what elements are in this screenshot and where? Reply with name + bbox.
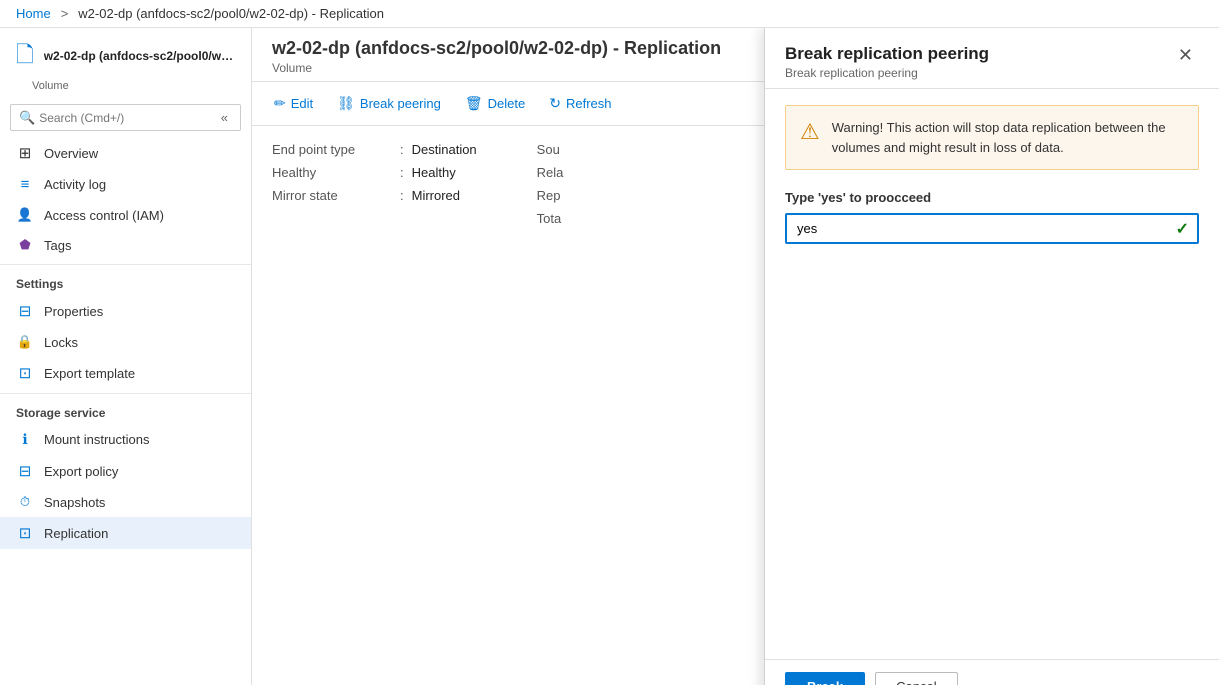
sidebar-item-label-tags: Tags <box>44 238 71 253</box>
yes-input-wrap: ✓ <box>785 213 1199 244</box>
sidebar-item-locks[interactable]: 🔒 Locks <box>0 327 251 357</box>
breadcrumb-home[interactable]: Home <box>16 6 51 21</box>
breadcrumb-sep: > <box>61 6 69 21</box>
refresh-icon: ↻ <box>549 95 561 112</box>
sidebar-item-access-control[interactable]: 👤 Access control (IAM) <box>0 200 251 230</box>
delete-label: Delete <box>488 96 526 111</box>
sidebar-item-properties[interactable]: ⊟ Properties <box>0 295 251 327</box>
sidebar-search-container: 🔍 « <box>0 98 251 137</box>
sidebar-title: w2-02-dp (anfdocs-sc2/pool0/w2-02-dp) - … <box>44 49 234 65</box>
detail-row-endpoint: End point type : Destination <box>272 142 477 157</box>
mirror-state-label: Mirror state <box>272 188 392 203</box>
snapshots-icon: ⏱ <box>16 494 34 510</box>
yes-input[interactable] <box>785 213 1199 244</box>
break-replication-panel: Break replication peering Break replicat… <box>764 28 1219 685</box>
locks-icon: 🔒 <box>16 334 34 350</box>
healthy-label: Healthy <box>272 165 392 180</box>
settings-section-label: Settings <box>0 264 251 295</box>
panel-body: ⚠ Warning! This action will stop data re… <box>765 89 1219 659</box>
export-template-icon: ⊡ <box>16 364 34 382</box>
sidebar-item-label-snapshots: Snapshots <box>44 495 105 510</box>
sidebar-item-snapshots[interactable]: ⏱ Snapshots <box>0 487 251 517</box>
detail-row-rep: Rep <box>537 188 657 203</box>
break-button[interactable]: Break <box>785 672 865 685</box>
access-control-icon: 👤 <box>16 207 34 223</box>
export-policy-icon: ⊟ <box>16 462 34 480</box>
sidebar-item-mount-instructions[interactable]: ℹ Mount instructions <box>0 424 251 455</box>
warning-box: ⚠ Warning! This action will stop data re… <box>785 105 1199 170</box>
panel-close-button[interactable]: ✕ <box>1172 44 1199 66</box>
type-yes-label: Type 'yes' to proocceed <box>785 190 1199 205</box>
sidebar-item-label-export-template: Export template <box>44 366 135 381</box>
activity-log-icon: ≡ <box>16 176 34 193</box>
sidebar-item-label-locks: Locks <box>44 335 78 350</box>
sidebar-header: 🗋 w2-02-dp (anfdocs-sc2/pool0/w2-02-dp) … <box>0 28 251 80</box>
properties-icon: ⊟ <box>16 302 34 320</box>
rep-label: Rep <box>537 188 657 203</box>
detail-row-healthy: Healthy : Healthy <box>272 165 477 180</box>
healthy-value: Healthy <box>412 165 456 180</box>
content-panel-wrap: w2-02-dp (anfdocs-sc2/pool0/w2-02-dp) - … <box>252 28 1219 685</box>
warning-icon: ⚠ <box>800 119 820 145</box>
sidebar-subtitle: Volume <box>32 80 251 92</box>
detail-row-mirror-state: Mirror state : Mirrored <box>272 188 477 203</box>
breadcrumb-current: w2-02-dp (anfdocs-sc2/pool0/w2-02-dp) - … <box>78 6 384 21</box>
panel-subtitle: Break replication peering <box>785 66 989 80</box>
top-bar: Home > w2-02-dp (anfdocs-sc2/pool0/w2-02… <box>0 0 1219 28</box>
sidebar-search-wrap: 🔍 « <box>10 104 241 131</box>
sidebar-item-label-properties: Properties <box>44 304 103 319</box>
panel-header: Break replication peering Break replicat… <box>765 28 1219 89</box>
warning-text: Warning! This action will stop data repl… <box>832 118 1184 157</box>
refresh-label: Refresh <box>566 96 612 111</box>
overview-icon: ⊞ <box>16 144 34 162</box>
cancel-button[interactable]: Cancel <box>875 672 957 685</box>
sidebar-item-export-template[interactable]: ⊡ Export template <box>0 357 251 389</box>
tota-label: Tota <box>537 211 657 226</box>
panel-footer: Break Cancel <box>765 659 1219 685</box>
sidebar-collapse-button[interactable]: « <box>217 108 232 127</box>
edit-label: Edit <box>291 96 313 111</box>
edit-icon: ✏ <box>274 95 286 112</box>
sidebar-item-label-mount-instructions: Mount instructions <box>44 432 150 447</box>
sidebar-item-export-policy[interactable]: ⊟ Export policy <box>0 455 251 487</box>
sidebar-item-label-overview: Overview <box>44 146 98 161</box>
break-peering-button[interactable]: ⛓ Break peering <box>327 90 451 117</box>
rela-label: Rela <box>537 165 657 180</box>
detail-row-sou: Sou <box>537 142 657 157</box>
detail-row-tota: Tota <box>537 211 657 226</box>
sidebar-item-replication[interactable]: ⊡ Replication <box>0 517 251 549</box>
panel-title: Break replication peering <box>785 44 989 64</box>
sou-label: Sou <box>537 142 657 157</box>
sidebar: 🗋 w2-02-dp (anfdocs-sc2/pool0/w2-02-dp) … <box>0 28 252 685</box>
replication-icon: ⊡ <box>16 524 34 542</box>
tags-icon: ⬟ <box>16 237 34 253</box>
sidebar-item-label-replication: Replication <box>44 526 108 541</box>
search-icon: 🔍 <box>19 110 35 126</box>
delete-icon: 🗑 <box>465 95 483 112</box>
sidebar-item-label-access-control: Access control (IAM) <box>44 208 164 223</box>
mirror-state-value: Mirrored <box>412 188 460 203</box>
refresh-button[interactable]: ↻ Refresh <box>539 90 621 117</box>
volume-icon: 🗋 <box>16 38 34 76</box>
mount-instructions-icon: ℹ <box>16 431 34 448</box>
break-peering-label: Break peering <box>360 96 441 111</box>
endpoint-label: End point type <box>272 142 392 157</box>
sidebar-item-activity-log[interactable]: ≡ Activity log <box>0 169 251 200</box>
sidebar-item-label-activity-log: Activity log <box>44 177 106 192</box>
delete-button[interactable]: 🗑 Delete <box>455 90 535 117</box>
sidebar-item-label-export-policy: Export policy <box>44 464 118 479</box>
detail-row-rela: Rela <box>537 165 657 180</box>
sidebar-item-overview[interactable]: ⊞ Overview <box>0 137 251 169</box>
check-icon: ✓ <box>1176 219 1189 239</box>
storage-section-label: Storage service <box>0 393 251 424</box>
endpoint-value: Destination <box>412 142 477 157</box>
main-layout: 🗋 w2-02-dp (anfdocs-sc2/pool0/w2-02-dp) … <box>0 28 1219 685</box>
sidebar-item-tags[interactable]: ⬟ Tags <box>0 230 251 260</box>
break-peering-icon: ⛓ <box>337 95 355 112</box>
search-input[interactable] <box>39 111 217 125</box>
edit-button[interactable]: ✏ Edit <box>264 90 323 117</box>
